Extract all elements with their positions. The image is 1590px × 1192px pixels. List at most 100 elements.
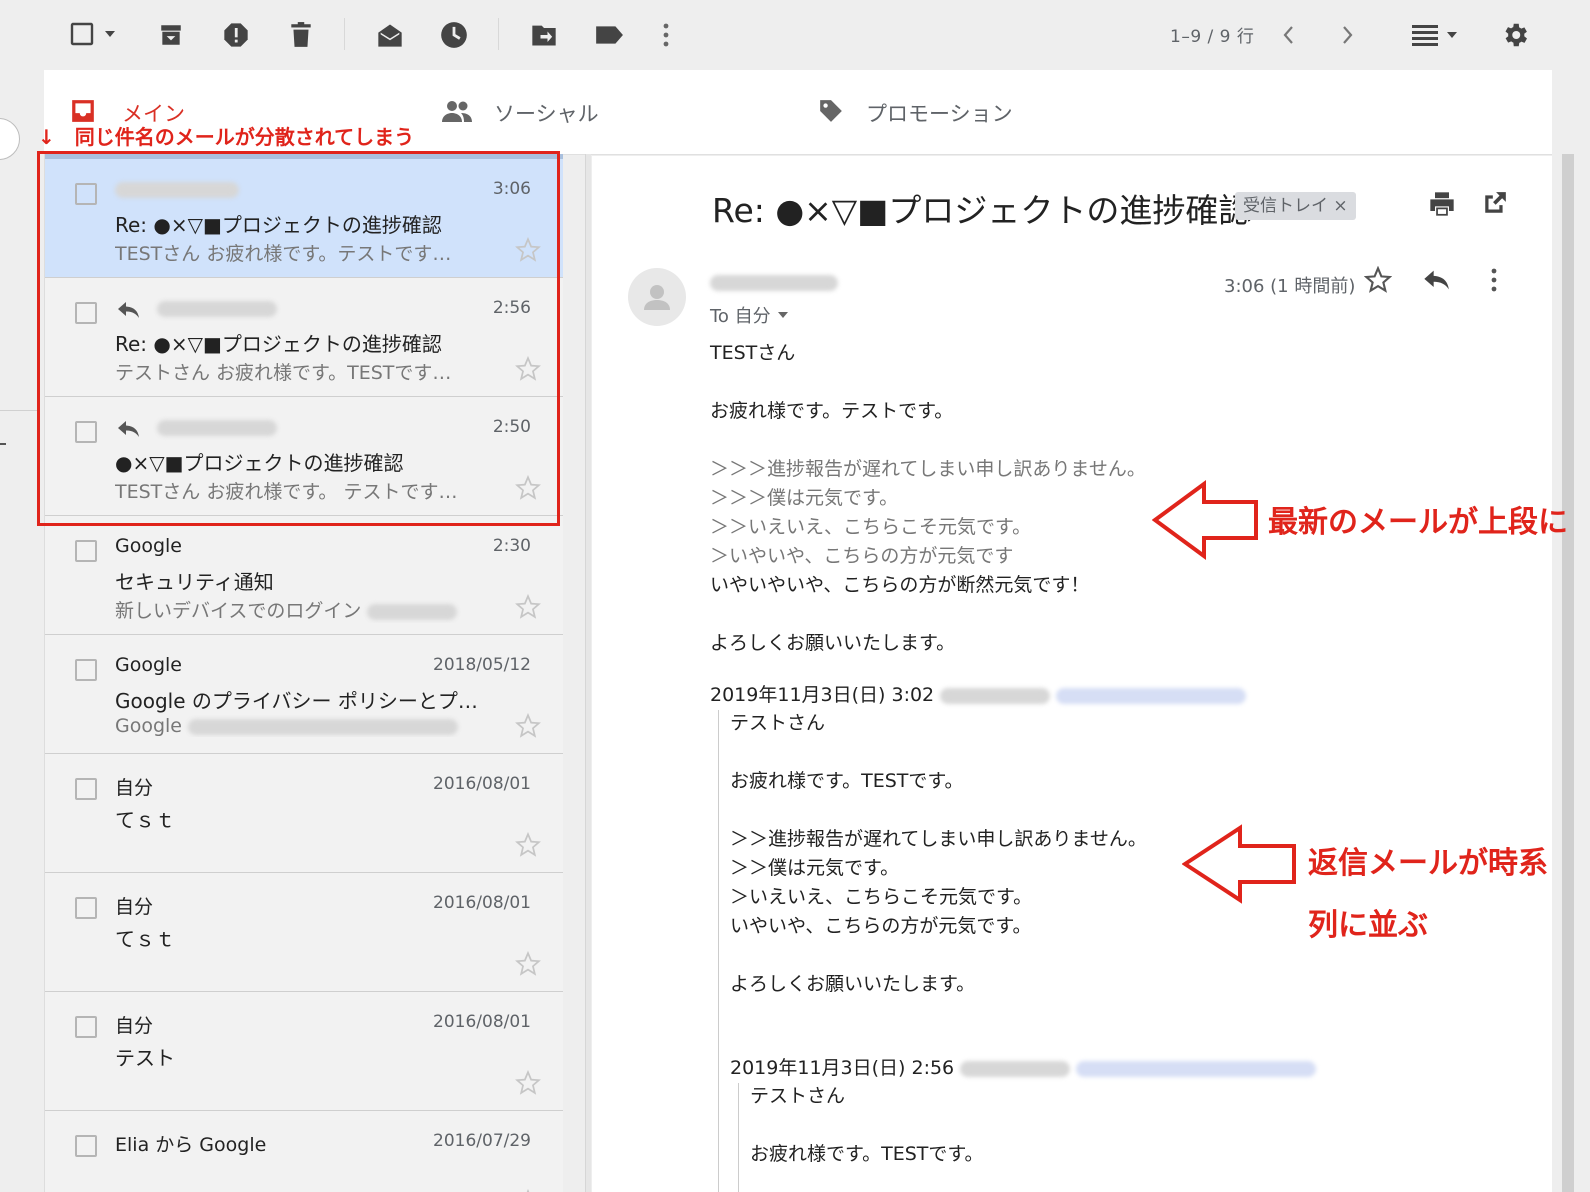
compose-button-edge[interactable] [0,118,20,160]
annotation-thread-note-2: 列に並ぶ [1308,908,1428,943]
tab-social[interactable]: ソーシャル [494,98,599,128]
row-date: 2016/08/01 [433,774,531,794]
scrollbar[interactable] [1562,154,1574,1192]
star-icon[interactable] [1364,266,1392,294]
quote-header-2-date: 2019年11月3日(日) 2:56 [730,1057,955,1079]
message-row[interactable]: 自分 2016/08/01 てｓｔ [45,754,563,873]
open-in-new-icon[interactable] [1482,190,1508,216]
row-snippet: Google [115,715,485,737]
row-snippet-text: テストさん お疲れ様です。TESTです… [115,362,452,384]
mark-as-read-icon[interactable] [376,22,404,48]
quote-border-2 [738,1083,739,1192]
star-icon[interactable] [515,713,541,739]
settings-gear-icon[interactable] [1500,20,1530,50]
message-row[interactable]: Google 2:30 セキュリティ通知新しいデバイスでのログイン [45,516,563,635]
row-subject: Re: ●×▽■プロジェクトの進捗確認 [115,332,442,356]
row-sender: 自分 [115,896,154,918]
people-icon [442,100,472,122]
body-line [710,426,1146,455]
message-row[interactable]: Elia から Google2016/07/29新しい Google アカウ… [45,1111,563,1192]
message-row[interactable]: 3:06 Re: ●×▽■プロジェクトの進捗確認 TESTさん お疲れ様です。テスト… [45,159,563,278]
body-line: ＞＞＞進捗報告が遅れてしまい申し訳ありません。 [710,458,1146,480]
row-checkbox[interactable] [75,1135,97,1157]
row-sender: Elia から Google [115,1134,267,1156]
tag-icon [818,98,844,124]
row-checkbox[interactable] [75,421,97,443]
row-date: 2:30 [492,536,531,556]
row-sender: 自分 [115,777,154,799]
star-icon[interactable] [515,237,541,263]
sender-redacted [157,416,277,438]
prev-page-icon[interactable] [1280,24,1296,46]
delete-icon[interactable] [288,21,314,49]
row-snippet-text: 新しいデバイスでのログイン [115,600,362,622]
message-time: 3:06 (1 時間前) [1224,276,1356,297]
row-checkbox[interactable] [75,183,97,205]
annotation-latest-note: 最新のメールが上段に [1268,505,1568,540]
tab-promotions[interactable]: プロモーション [866,98,1013,128]
row-subject: てｓｔ [115,808,175,832]
pane-divider[interactable] [585,154,591,1192]
quote-header-1: 2019年11月3日(日) 3:02 [710,680,1247,707]
next-page-icon[interactable] [1340,24,1356,46]
inbox-label-chip[interactable]: 受信トレイ × [1235,192,1356,220]
print-icon[interactable] [1428,190,1456,218]
rail-mark [0,443,6,445]
row-date: 2:50 [492,417,531,437]
recipient-label: To 自分 [710,306,771,327]
snooze-icon[interactable] [440,21,468,49]
message-row[interactable]: 自分 2016/08/01 てｓｔ [45,873,563,992]
row-snippet: TESTさん お疲れ様です。 テストです… [115,477,485,504]
sender-name-redacted [710,272,838,291]
row-date: 2:56 [492,298,531,318]
body-line: いやいやいや、こちらの方が断然元気です！ [710,574,1090,596]
quote-header-2: 2019年11月3日(日) 2:56 [730,1053,1317,1080]
row-checkbox[interactable] [75,1016,97,1038]
reply-icon[interactable] [1422,268,1450,292]
thread-subject: Re: ●×▽■プロジェクトの進捗確認 [712,191,1252,230]
reading-pane: Re: ●×▽■プロジェクトの進捗確認 受信トレイ × To 自分 3:06 (… [592,156,1552,1192]
row-sender: 自分 [115,1015,154,1037]
row-subject: ●×▽■プロジェクトの進捗確認 [115,451,404,475]
report-spam-icon[interactable] [222,21,250,49]
star-icon[interactable] [515,832,541,858]
star-icon[interactable] [515,356,541,382]
body-line: ＞いやいや、こちらの方が元気です [710,545,1014,567]
replied-icon [115,300,141,320]
sender-avatar [628,268,686,326]
more-vert-icon[interactable] [660,22,672,48]
quote-body-1: テストさん お疲れ様です。TESTです。 ＞＞進捗報告が遅れてしまい申し訳ありま… [730,712,1147,995]
archive-icon[interactable] [158,22,184,48]
row-checkbox[interactable] [75,659,97,681]
row-snippet-text: TESTさん お疲れ様です。 テストです… [115,481,458,503]
body-line: ＞＞いえいえ、こちらこそ元気です。 [710,516,1032,538]
row-sender: Google [115,535,183,557]
message-row[interactable]: 2:56 Re: ●×▽■プロジェクトの進捗確認 テストさん お疲れ様です。TEST… [45,278,563,397]
move-to-icon[interactable] [530,22,558,48]
quote-header-1-date: 2019年11月3日(日) 3:02 [710,684,935,706]
select-checkbox-icon[interactable] [70,22,94,46]
star-icon[interactable] [515,951,541,977]
row-checkbox[interactable] [75,897,97,919]
row-subject: Google のプライバシー ポリシーとプ… [115,689,478,713]
message-row[interactable]: Google 2018/05/12 Google のプライバシー ポリシーとプ… Go… [45,635,563,754]
annotation-arrow-icon [1152,480,1260,560]
label-icon[interactable] [594,24,624,46]
row-checkbox[interactable] [75,778,97,800]
row-snippet-text: TESTさん お疲れ様です。テストです… [115,243,452,265]
body-line [710,600,1146,629]
star-icon[interactable] [515,475,541,501]
more-options-icon[interactable] [1488,266,1500,294]
row-subject: セキュリティ通知 [115,570,274,594]
row-snippet: テストさん お疲れ様です。TESTです… [115,358,485,385]
row-checkbox[interactable] [75,540,97,562]
recipient-line[interactable]: To 自分 [710,302,793,328]
density-icon[interactable] [1412,23,1460,47]
star-icon[interactable] [515,1070,541,1096]
message-row[interactable]: 自分 2016/08/01 テスト [45,992,563,1111]
row-checkbox[interactable] [75,302,97,324]
star-icon[interactable] [515,594,541,620]
message-row[interactable]: 2:50 ●×▽■プロジェクトの進捗確認 TESTさん お疲れ様です。 テストです… [45,397,563,516]
select-dropdown-icon[interactable] [102,26,118,42]
row-subject: Re: ●×▽■プロジェクトの進捗確認 [115,213,442,237]
